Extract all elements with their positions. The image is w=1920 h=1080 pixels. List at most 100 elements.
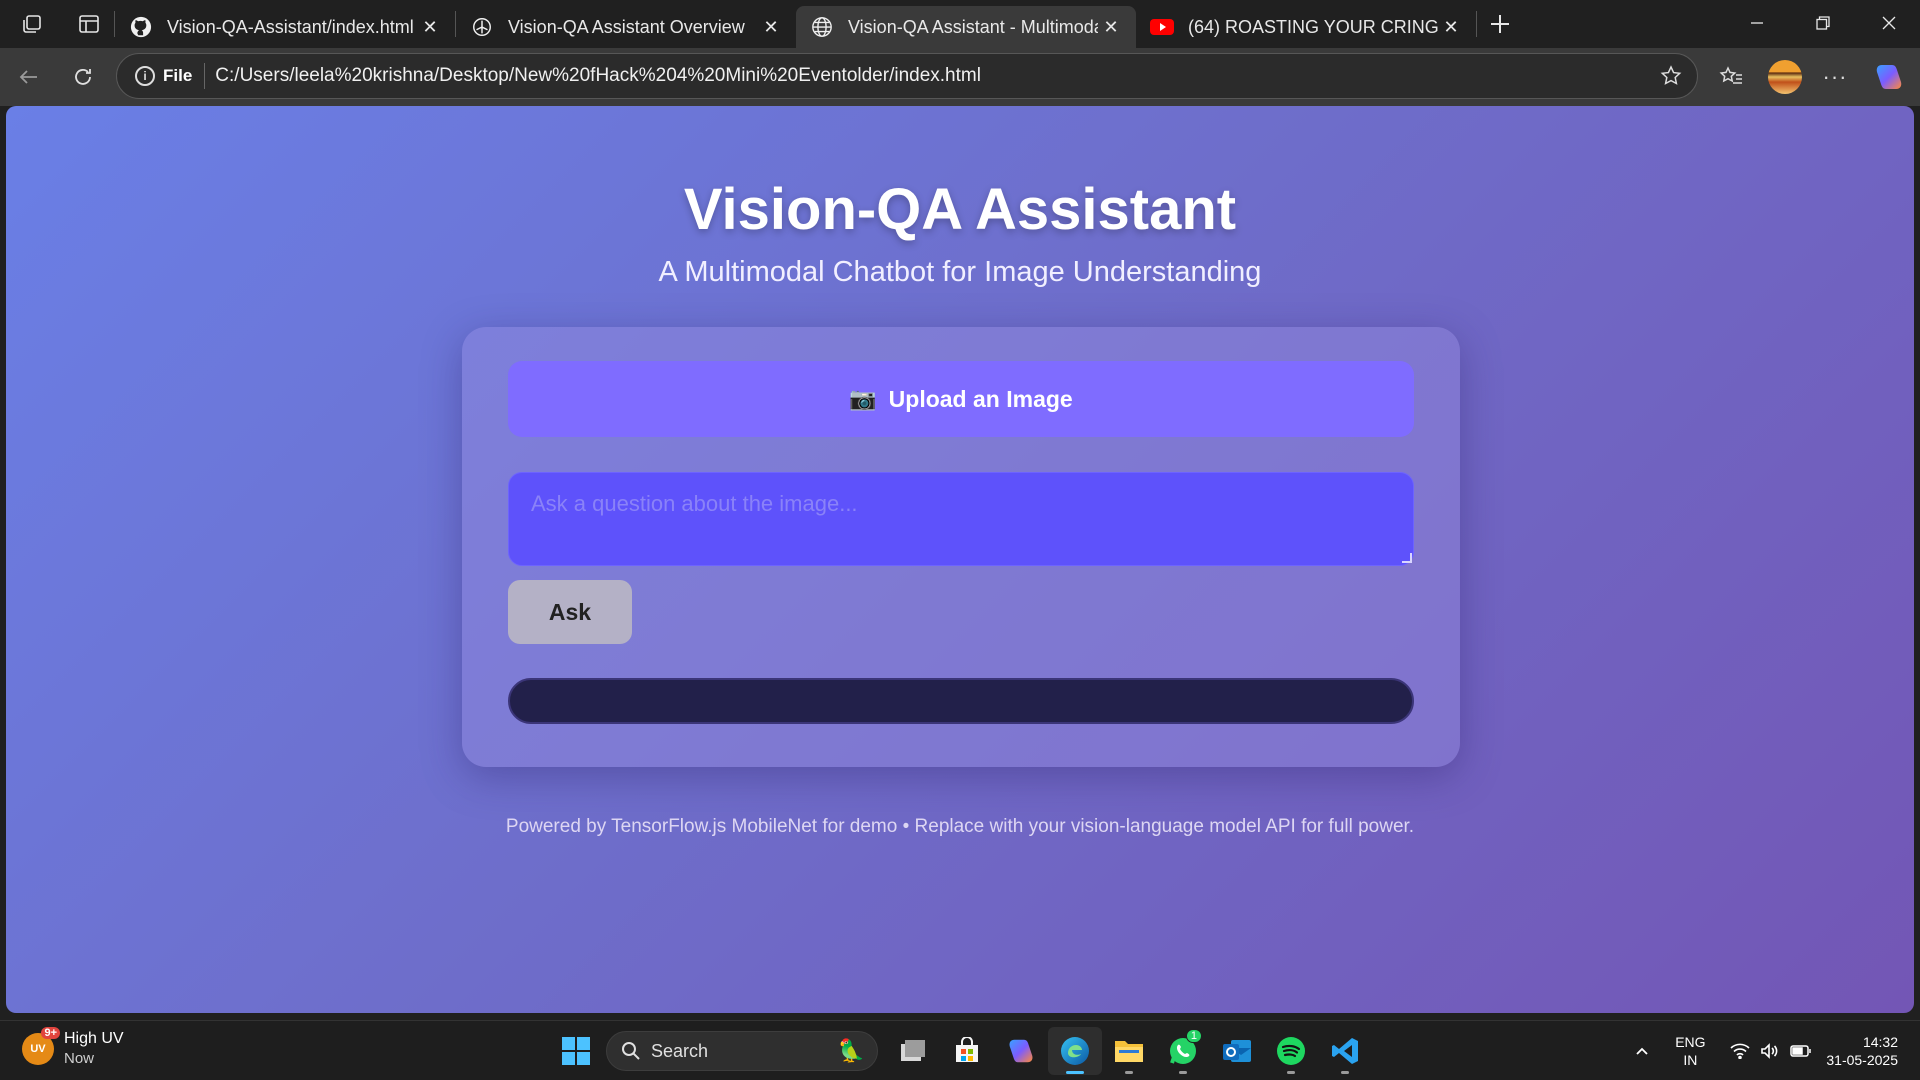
tab-title: Vision-QA Assistant Overview <box>508 16 745 37</box>
camera-icon: 📷 <box>849 386 877 411</box>
close-icon[interactable]: ✕ <box>1438 14 1464 40</box>
running-indicator <box>1179 1071 1187 1074</box>
arrow-left-icon <box>19 70 37 84</box>
profile-button[interactable] <box>1758 53 1812 101</box>
profile-avatar-icon <box>1768 60 1802 94</box>
running-indicator <box>1287 1071 1295 1074</box>
close-icon[interactable]: ✕ <box>1098 14 1124 40</box>
restore-button[interactable] <box>1790 0 1856 46</box>
page-title: Vision-QA Assistant <box>683 177 1237 242</box>
copilot-icon <box>1876 65 1902 89</box>
new-tab-button[interactable] <box>1477 1 1523 47</box>
plus-icon <box>1491 15 1509 33</box>
spotify-icon <box>1277 1037 1305 1065</box>
ask-button[interactable]: Ask <box>508 580 632 644</box>
refresh-icon <box>75 69 91 85</box>
copilot-button[interactable] <box>1862 53 1916 101</box>
tab-youtube[interactable]: (64) ROASTING YOUR CRINGE EM ✕ <box>1136 6 1476 48</box>
address-bar[interactable]: i File C:/Users/leela%20krishna/Desktop/… <box>116 53 1698 99</box>
refresh-button[interactable] <box>56 53 110 101</box>
whatsapp-button[interactable]: 1 <box>1156 1027 1210 1075</box>
tab-title: Vision-QA Assistant - Multimodal <box>848 16 1098 37</box>
language-indicator[interactable]: ENG IN <box>1660 1033 1720 1069</box>
workspaces-icon <box>23 15 41 33</box>
outlook-icon <box>1223 1040 1251 1062</box>
language-code: ENG <box>1675 1034 1706 1050</box>
microsoft-store-button[interactable] <box>940 1027 994 1075</box>
uv-index-icon: UV 9+ <box>22 1027 60 1065</box>
edge-app-button[interactable] <box>1048 1027 1102 1075</box>
show-hidden-icons-button[interactable] <box>1624 1043 1660 1059</box>
folder-icon <box>1115 1041 1143 1062</box>
spotify-button[interactable] <box>1264 1027 1318 1075</box>
favorite-star-icon[interactable] <box>1659 64 1683 93</box>
clock-date: 31-05-2025 <box>1826 1052 1898 1068</box>
vscode-icon <box>1332 1038 1358 1064</box>
battery-icon <box>1790 1045 1812 1057</box>
region-code: IN <box>1683 1052 1698 1068</box>
tab-vision-qa[interactable]: Vision-QA Assistant - Multimodal ✕ <box>796 6 1136 48</box>
page-viewport: Vision-QA Assistant A Multimodal Chatbot… <box>6 106 1914 1013</box>
tab-title: Vision-QA-Assistant/index.html at <box>167 16 417 37</box>
outlook-button[interactable] <box>1210 1027 1264 1075</box>
chat-card: 📷 Upload an Image Ask <box>462 327 1460 767</box>
taskbar-search[interactable]: Search 🦜 <box>606 1031 878 1071</box>
parrot-icon: 🦜 <box>837 1038 865 1063</box>
tab-github[interactable]: Vision-QA-Assistant/index.html at ✕ <box>115 6 455 48</box>
clock[interactable]: 14:32 31-05-2025 <box>1826 1033 1898 1069</box>
windows-taskbar: UV 9+ High UV Now Search 🦜 1 ENG IN 14:3… <box>0 1020 1920 1080</box>
notification-badge: 9+ <box>41 1027 60 1039</box>
file-explorer-button[interactable] <box>1102 1027 1156 1075</box>
start-button[interactable] <box>552 1027 600 1075</box>
info-icon: i <box>135 66 155 86</box>
close-icon[interactable]: ✕ <box>417 14 443 40</box>
weather-title: High UV <box>64 1030 124 1047</box>
favorites-button[interactable] <box>1704 53 1758 101</box>
settings-more-button[interactable]: ··· <box>1808 53 1862 101</box>
minimize-icon <box>1751 22 1763 24</box>
close-icon[interactable]: ✕ <box>758 14 784 40</box>
running-indicator <box>1341 1071 1349 1074</box>
globe-icon <box>810 15 834 39</box>
site-info-chip[interactable]: i File <box>127 59 200 93</box>
close-window-button[interactable] <box>1856 0 1920 46</box>
clock-time: 14:32 <box>1862 1034 1898 1050</box>
youtube-icon <box>1150 15 1174 39</box>
uv-label: UV <box>30 1043 46 1055</box>
tab-title: (64) ROASTING YOUR CRINGE EM <box>1188 16 1438 37</box>
task-view-icon <box>901 1040 925 1061</box>
weather-subtitle: Now <box>64 1050 95 1067</box>
page-subtitle: A Multimodal Chatbot for Image Understan… <box>658 256 1262 288</box>
answer-box <box>508 678 1414 724</box>
textarea-resize-handle[interactable] <box>1402 553 1412 563</box>
upload-image-button[interactable]: 📷 Upload an Image <box>508 361 1414 437</box>
weather-widget[interactable]: UV 9+ High UV Now <box>22 1027 124 1069</box>
github-icon <box>129 15 153 39</box>
active-indicator <box>1066 1071 1084 1074</box>
tab-actions-icon <box>79 15 99 33</box>
quick-settings[interactable] <box>1730 1043 1812 1059</box>
copilot-icon <box>1009 1039 1033 1063</box>
url-text[interactable]: C:/Users/leela%20krishna/Desktop/New%20f… <box>215 65 981 87</box>
restore-icon <box>1816 16 1830 30</box>
vscode-button[interactable] <box>1318 1027 1372 1075</box>
search-label: Search <box>651 1040 709 1061</box>
more-dots-icon: ··· <box>1822 64 1848 89</box>
vertical-tabs-button[interactable] <box>64 0 114 48</box>
favorites-list-icon <box>1719 66 1742 84</box>
copilot-app-button[interactable] <box>994 1027 1048 1075</box>
question-input[interactable] <box>508 472 1414 566</box>
omnibox-separator <box>204 63 206 89</box>
page-footer: Powered by TensorFlow.js MobileNet for d… <box>505 816 1415 837</box>
chevron-up-icon <box>1636 1047 1649 1055</box>
browser-tab-strip: Vision-QA-Assistant/index.html at ✕ Visi… <box>0 0 1920 48</box>
chatgpt-icon <box>470 15 494 39</box>
task-view-button[interactable] <box>886 1027 940 1075</box>
tab-chatgpt[interactable]: Vision-QA Assistant Overview ✕ <box>456 6 796 48</box>
edge-icon <box>1061 1037 1089 1065</box>
site-chip-label: File <box>163 66 193 85</box>
workspaces-button[interactable] <box>0 0 64 48</box>
minimize-button[interactable] <box>1724 0 1790 46</box>
back-button[interactable] <box>2 53 56 101</box>
running-indicator <box>1125 1071 1133 1074</box>
